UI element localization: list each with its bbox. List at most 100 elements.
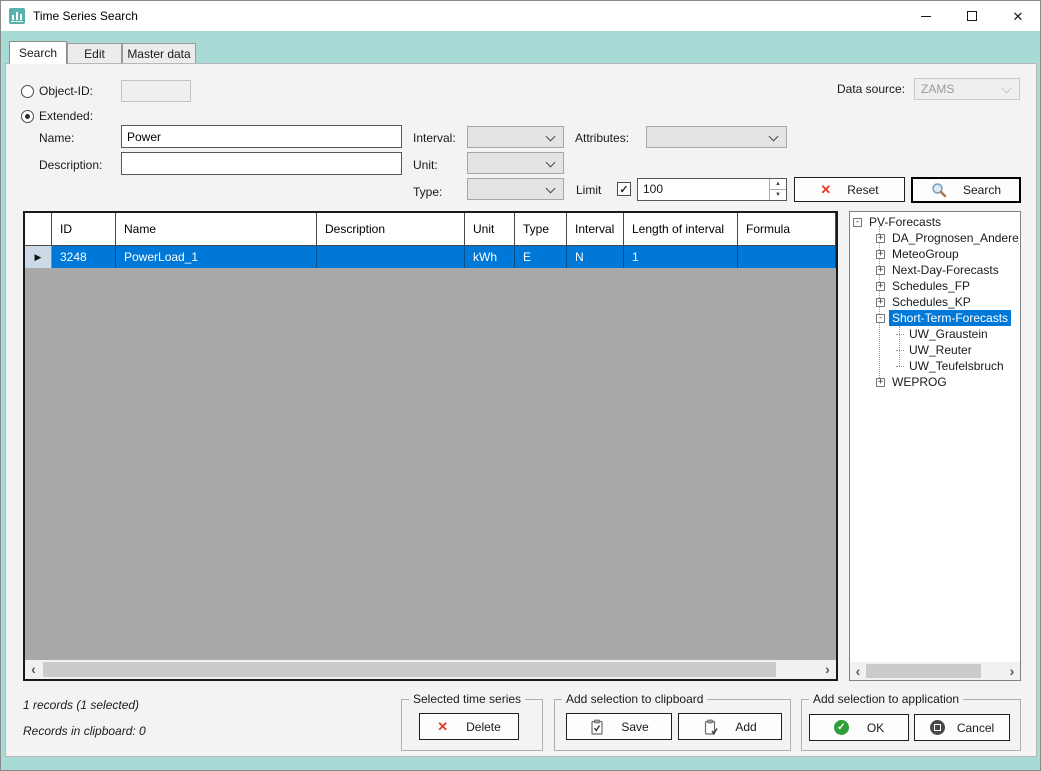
grid-header-name[interactable]: Name xyxy=(116,213,317,245)
tree-item-next-day-forecasts[interactable]: + Next-Day-Forecasts xyxy=(851,262,1019,278)
tree-item-label[interactable]: PV-Forecasts xyxy=(866,214,944,230)
tree-item-meteogroup[interactable]: + MeteoGroup xyxy=(851,246,1019,262)
tree-item-label[interactable]: UW_Graustein xyxy=(906,326,991,342)
maximize-button[interactable] xyxy=(949,1,995,31)
limit-spinner[interactable]: 100 ▲ ▼ xyxy=(637,178,787,201)
tree-collapse-icon[interactable]: - xyxy=(876,313,885,323)
tree-item-schedules-fp[interactable]: + Schedules_FP xyxy=(851,278,1019,294)
grid-scrollbar-thumb[interactable] xyxy=(43,662,776,677)
grid-header-unit[interactable]: Unit xyxy=(465,213,515,245)
tree-item-uw-graustein[interactable]: UW_Graustein xyxy=(851,326,1019,342)
reset-x-icon: ✕ xyxy=(820,182,832,197)
chevron-down-icon xyxy=(1001,83,1012,94)
tree-item-label[interactable]: UW_Reuter xyxy=(906,342,975,358)
close-button[interactable]: ✕ xyxy=(995,1,1040,31)
search-icon xyxy=(932,183,947,198)
tree-expand-icon[interactable]: + xyxy=(876,281,885,291)
clipboard-status: Records in clipboard: 0 xyxy=(23,724,146,738)
scroll-left-icon[interactable]: ‹ xyxy=(850,662,866,680)
data-source-combobox[interactable]: ZAMS xyxy=(914,78,1020,100)
grid-header-type[interactable]: Type xyxy=(515,213,567,245)
cell-length-of-interval[interactable]: 1 xyxy=(624,246,738,268)
search-button-label: Search xyxy=(962,183,1002,197)
cell-unit[interactable]: kWh xyxy=(465,246,515,268)
spinner-down-button[interactable]: ▼ xyxy=(770,190,786,200)
tree-item-label[interactable]: Schedules_KP xyxy=(889,294,974,310)
interval-combobox[interactable] xyxy=(467,126,564,148)
add-button[interactable]: Add xyxy=(678,713,782,740)
name-input[interactable] xyxy=(121,125,402,148)
limit-label: Limit xyxy=(576,183,602,197)
grid-header-selector[interactable] xyxy=(25,213,52,245)
grid-row-selected[interactable]: ▶ 3248 PowerLoad_1 kWh E N 1 xyxy=(25,246,836,268)
grid-header-formula[interactable]: Formula xyxy=(738,213,836,245)
spinner-up-button[interactable]: ▲ xyxy=(770,179,786,190)
check-icon: ✓ xyxy=(619,183,629,196)
tree-collapse-icon[interactable]: - xyxy=(853,217,862,227)
tree-expand-icon[interactable]: + xyxy=(876,265,885,275)
tab-edit[interactable]: Edit xyxy=(67,43,122,63)
tree-scrollbar-thumb[interactable] xyxy=(866,664,981,678)
grid-header-interval[interactable]: Interval xyxy=(567,213,624,245)
tree-expand-icon[interactable]: + xyxy=(876,249,885,259)
cell-description[interactable] xyxy=(317,246,465,268)
tree-item-label[interactable]: WEPROG xyxy=(889,374,950,390)
tree-item-uw-teufelsbruch[interactable]: UW_Teufelsbruch xyxy=(851,358,1019,374)
type-combobox[interactable] xyxy=(467,178,564,200)
tree-expand-icon[interactable]: + xyxy=(876,377,885,387)
grid-header-id[interactable]: ID xyxy=(52,213,116,245)
tab-search[interactable]: Search xyxy=(9,41,67,64)
extended-label: Extended: xyxy=(39,109,94,123)
tree-item-short-term-forecasts[interactable]: - Short-Term-Forecasts xyxy=(851,310,1019,326)
maximize-icon xyxy=(967,11,977,21)
limit-checkbox[interactable]: ✓ xyxy=(617,182,631,196)
grid-header-description[interactable]: Description xyxy=(317,213,465,245)
extended-radio[interactable] xyxy=(21,110,34,123)
scroll-right-icon[interactable]: › xyxy=(1004,662,1020,680)
tree-horizontal-scrollbar[interactable]: ‹ › xyxy=(850,662,1020,680)
limit-value[interactable]: 100 xyxy=(643,182,663,196)
tree-item-label[interactable]: MeteoGroup xyxy=(889,246,962,262)
tree-item-schedules-kp[interactable]: + Schedules_KP xyxy=(851,294,1019,310)
tree-item-label[interactable]: DA_Prognosen_Andere_ xyxy=(889,230,1019,246)
delete-button[interactable]: ✕ Delete xyxy=(419,713,519,740)
description-input[interactable] xyxy=(121,152,402,175)
cancel-button[interactable]: Cancel xyxy=(914,714,1010,741)
ok-button[interactable]: ✓ OK xyxy=(809,714,909,741)
save-button[interactable]: Save xyxy=(566,713,672,740)
row-selector-cell[interactable]: ▶ xyxy=(25,246,52,268)
reset-button[interactable]: ✕ Reset xyxy=(794,177,905,202)
tree-item-label[interactable]: UW_Teufelsbruch xyxy=(906,358,1007,374)
tab-master-data[interactable]: Master data xyxy=(122,43,196,63)
object-id-radio[interactable] xyxy=(21,85,34,98)
cell-name[interactable]: PowerLoad_1 xyxy=(116,246,317,268)
tree-item-weprog[interactable]: + WEPROG xyxy=(851,374,1019,390)
tree-item-pv-forecasts[interactable]: - PV-Forecasts xyxy=(851,214,1019,230)
scroll-left-icon[interactable]: ‹ xyxy=(25,660,42,679)
chevron-down-icon xyxy=(768,131,779,142)
tree-branch-stub xyxy=(896,349,904,351)
tree-expand-icon[interactable]: + xyxy=(876,297,885,307)
tab-master-data-label: Master data xyxy=(127,46,191,61)
app-icon xyxy=(9,8,25,24)
tree-item-uw-reuter[interactable]: UW_Reuter xyxy=(851,342,1019,358)
grid-horizontal-scrollbar[interactable]: ‹ › xyxy=(25,660,836,679)
tree-item-label[interactable]: Next-Day-Forecasts xyxy=(889,262,1002,278)
tree-expand-icon[interactable]: + xyxy=(876,233,885,243)
scroll-right-icon[interactable]: › xyxy=(819,660,836,679)
cell-interval[interactable]: N xyxy=(567,246,624,268)
tree-item-label[interactable]: Schedules_FP xyxy=(889,278,973,294)
tree-item-label-selected[interactable]: Short-Term-Forecasts xyxy=(889,310,1012,326)
unit-combobox[interactable] xyxy=(467,152,564,174)
cell-type[interactable]: E xyxy=(515,246,567,268)
selected-time-series-group-label: Selected time series xyxy=(409,692,526,706)
object-id-field[interactable] xyxy=(121,80,191,102)
minimize-button[interactable] xyxy=(903,1,949,31)
cell-id[interactable]: 3248 xyxy=(52,246,116,268)
cell-formula[interactable] xyxy=(738,246,836,268)
search-button[interactable]: Search xyxy=(911,177,1021,203)
tree-item-da-prognosen[interactable]: + DA_Prognosen_Andere_ xyxy=(851,230,1019,246)
attributes-combobox[interactable] xyxy=(646,126,787,148)
grid-header-length-of-interval[interactable]: Length of interval xyxy=(624,213,738,245)
add-button-label: Add xyxy=(735,719,757,734)
